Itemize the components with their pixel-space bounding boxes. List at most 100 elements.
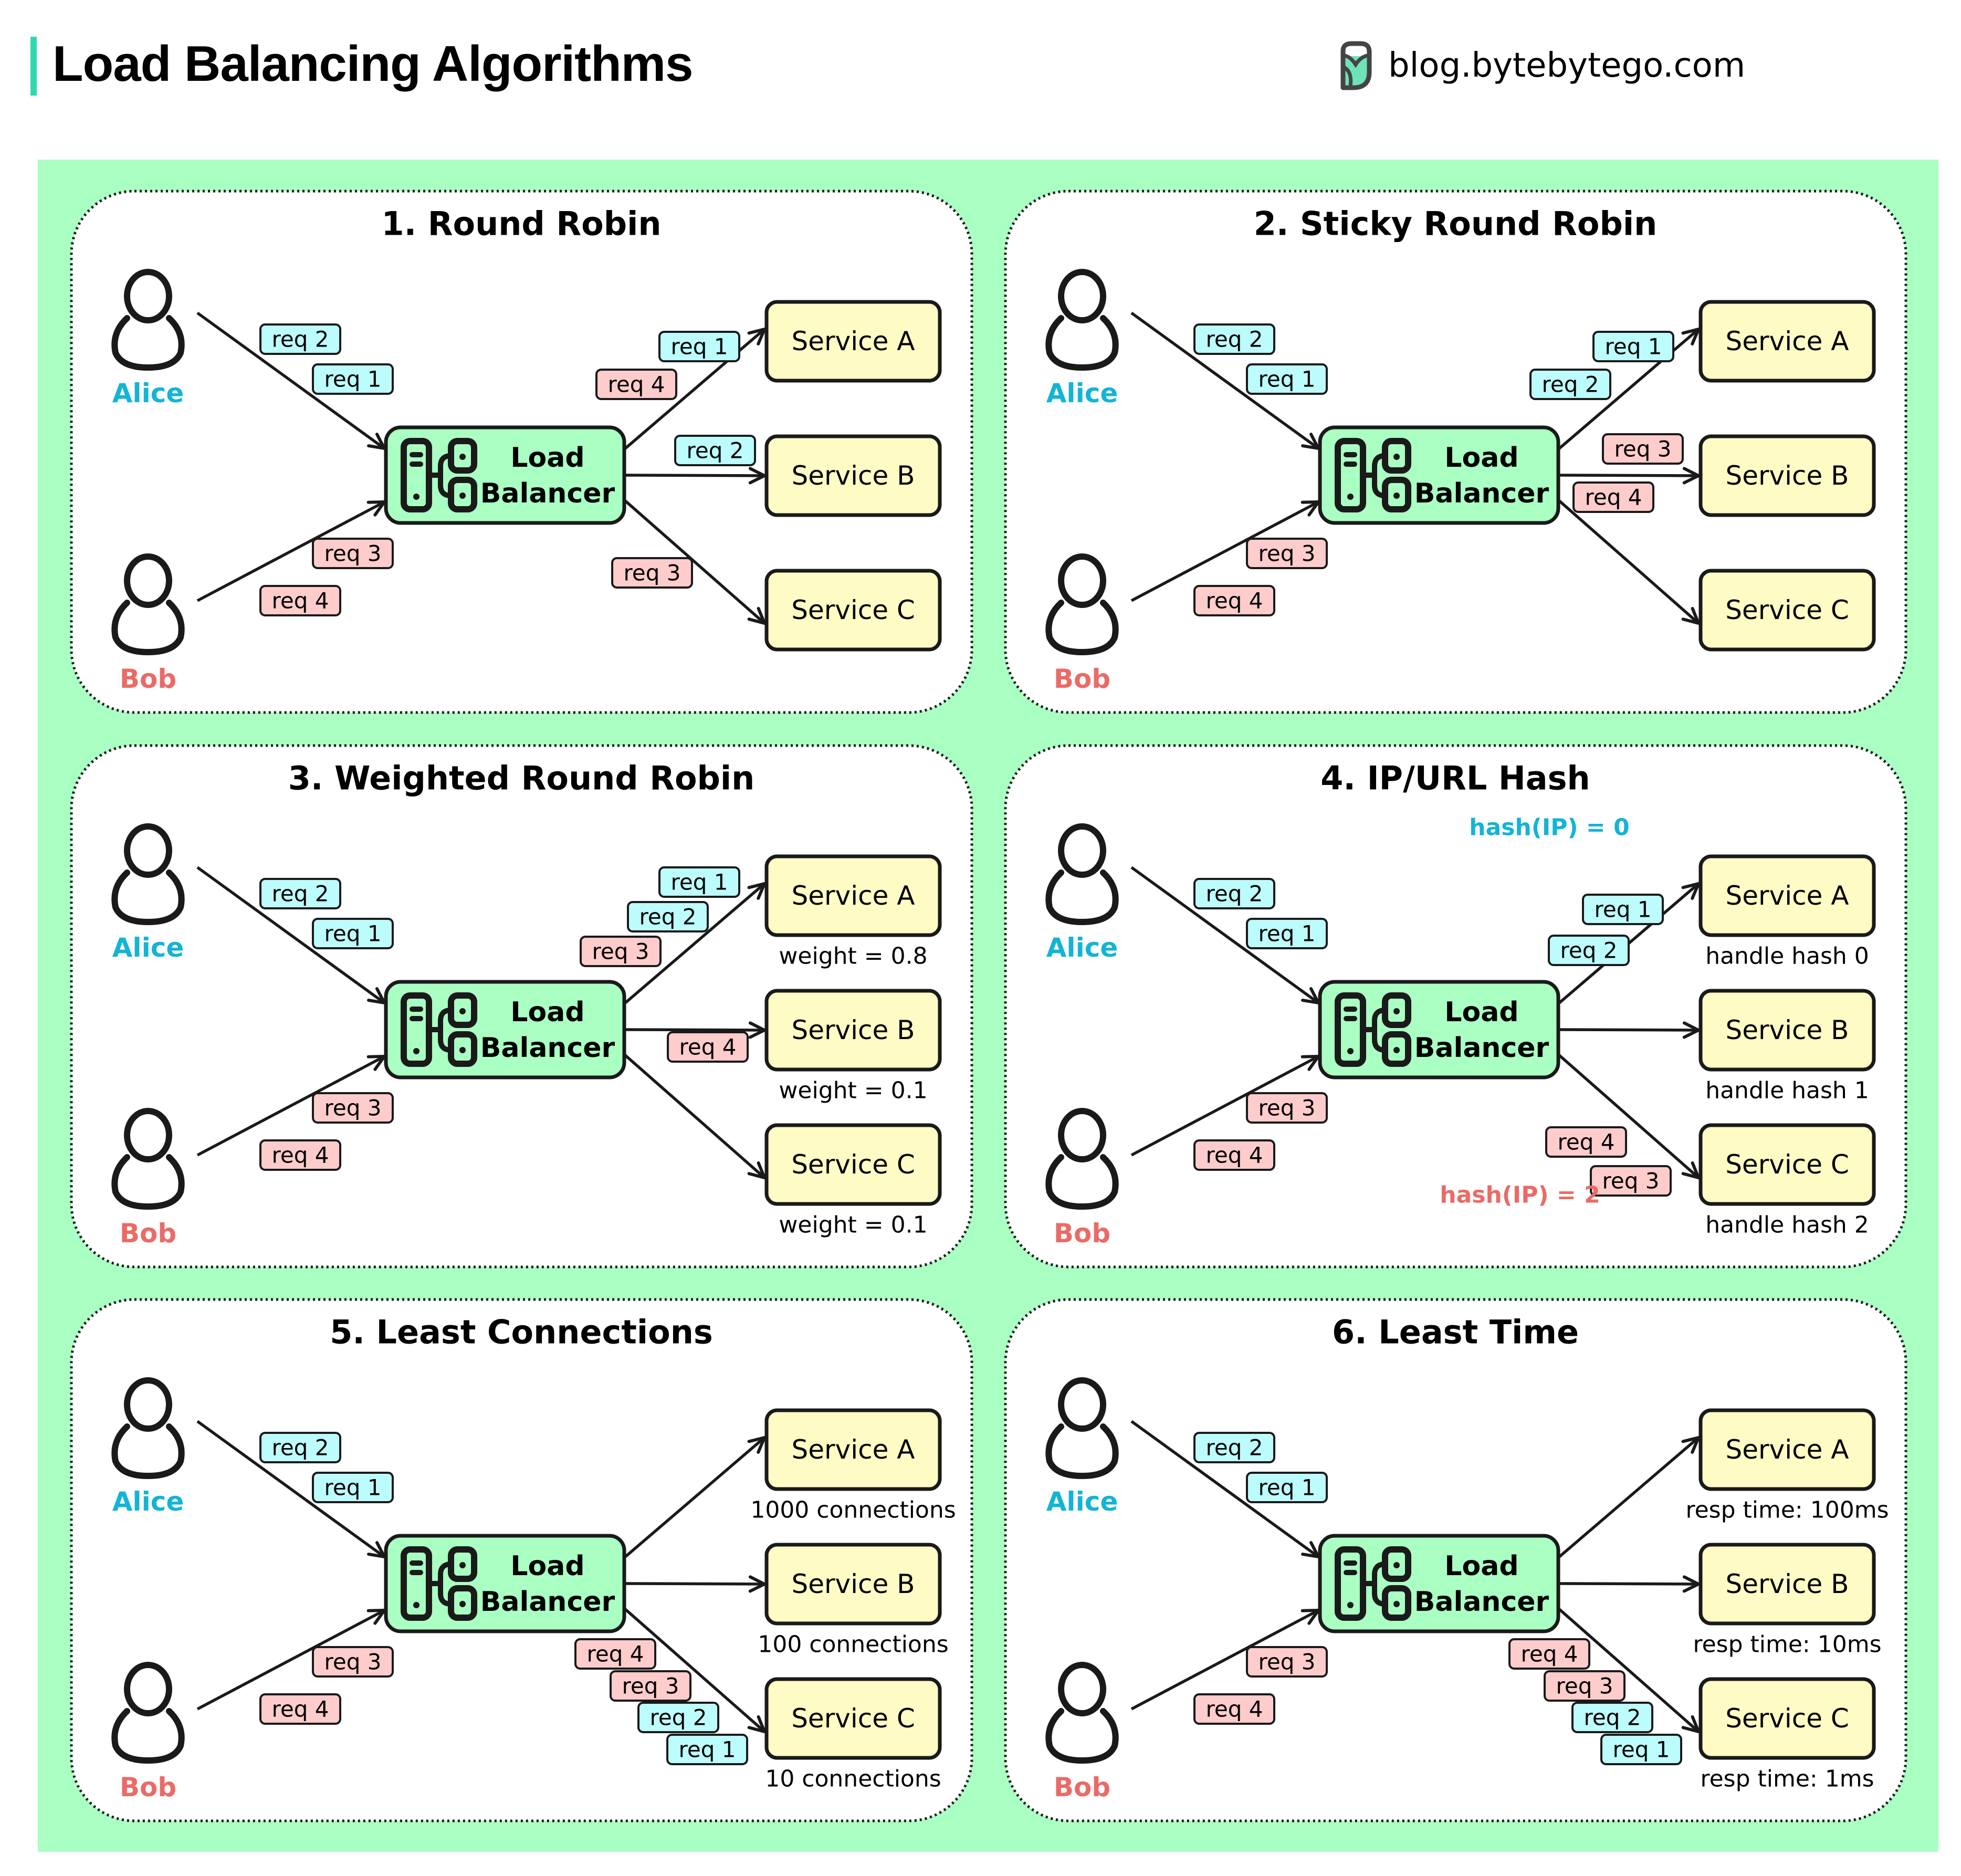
alice-label: Alice [112, 1486, 184, 1517]
request-tag-label: req 3 [1614, 436, 1672, 462]
request-tag: req 2 [1571, 1702, 1653, 1733]
request-tag: req 3 [1246, 1092, 1328, 1124]
panel-title: 2. Sticky Round Robin [1254, 205, 1658, 243]
service-a-note: handle hash 0 [1705, 943, 1869, 970]
request-tag: req 1 [312, 918, 394, 949]
request-tag: req 3 [312, 1092, 394, 1124]
service-c-label: Service C [1725, 1149, 1849, 1180]
request-tag: req 1 [658, 866, 740, 898]
load-balancer-label-line2: Balancer [1414, 478, 1549, 509]
service-b: Service B [764, 434, 942, 517]
request-tag-label: req 3 [624, 560, 681, 586]
request-tag: req 1 [312, 363, 394, 395]
service-c-label: Service C [1725, 1703, 1849, 1734]
request-tag: req 3 [1246, 1646, 1328, 1678]
service-c: Service C [1698, 1123, 1876, 1206]
request-tag-label: req 4 [1206, 588, 1263, 614]
service-b-label: Service B [792, 1015, 915, 1045]
hash-label-bob: hash(IP) = 2 [1440, 1182, 1600, 1209]
load-balancer: Load Balancer [1318, 1534, 1560, 1633]
request-tag: req 2 [1193, 1432, 1275, 1463]
load-balancer-label-line2: Balancer [1414, 1586, 1549, 1618]
request-tag-label: req 2 [1560, 938, 1618, 963]
service-c: Service C [764, 1123, 942, 1206]
service-b-label: Service B [792, 1569, 915, 1599]
request-tag-label: req 2 [650, 1705, 707, 1731]
request-tag: req 4 [574, 1638, 656, 1670]
request-tag: req 3 [1544, 1670, 1626, 1702]
bob-label: Bob [120, 1772, 176, 1802]
request-tag: req 1 [1592, 331, 1674, 362]
request-tag: req 4 [1193, 1693, 1275, 1725]
request-tag-label: req 1 [1595, 897, 1652, 923]
request-tag: req 2 [637, 1702, 719, 1733]
bob-label: Bob [120, 1218, 176, 1249]
request-tag: req 1 [1246, 1472, 1328, 1503]
load-balancer: Load Balancer [1318, 425, 1560, 525]
load-balancer-label-line1: Load [510, 1550, 584, 1582]
diagram-canvas: 1. Round Robin Alice Bob req 2 req 1 req 3 req… [38, 160, 1938, 1852]
request-tag: req 3 [1246, 538, 1328, 569]
request-tag-label: req 1 [671, 869, 728, 895]
service-a: Service A [1698, 1408, 1876, 1491]
bob-label: Bob [1054, 1218, 1110, 1249]
request-tag-label: req 3 [324, 1649, 382, 1675]
service-c-note: resp time: 1ms [1700, 1766, 1874, 1793]
service-c-note: handle hash 2 [1705, 1212, 1869, 1239]
request-tag: req 1 [1246, 363, 1328, 395]
request-tag: req 1 [1600, 1734, 1682, 1765]
request-tag: req 3 [611, 557, 693, 589]
request-tag-label: req 1 [671, 334, 728, 360]
request-tag-label: req 2 [272, 327, 329, 352]
request-tag: req 1 [1582, 894, 1664, 925]
service-c: Service C [1698, 1677, 1876, 1760]
request-tag-label: req 4 [1206, 1143, 1263, 1168]
request-tag: req 2 [259, 323, 341, 355]
load-balancer: Load Balancer [384, 1534, 626, 1633]
request-tag-label: req 4 [272, 588, 329, 614]
alice-label: Alice [1046, 932, 1118, 963]
service-b-note: weight = 0.1 [779, 1077, 927, 1104]
service-a-label: Service A [792, 326, 915, 357]
request-tag-label: req 4 [1521, 1641, 1578, 1667]
request-tag-label: req 3 [324, 1095, 382, 1121]
service-a-note: weight = 0.8 [779, 943, 927, 970]
request-tag-label: req 1 [1259, 366, 1316, 392]
service-b-note: 100 connections [758, 1631, 948, 1658]
service-a: Service A [1698, 854, 1876, 937]
load-balancer: Load Balancer [384, 425, 626, 525]
service-a: Service A [1698, 300, 1876, 383]
service-c: Service C [764, 569, 942, 652]
service-a-label: Service A [1726, 881, 1849, 911]
load-balancer-label-line1: Load [1444, 997, 1518, 1028]
request-tag-label: req 4 [1585, 485, 1642, 510]
service-a: Service A [764, 854, 942, 937]
request-tag-label: req 4 [1206, 1696, 1263, 1722]
request-tag-label: req 2 [272, 881, 329, 907]
service-c: Service C [1698, 569, 1876, 652]
service-c-label: Service C [791, 1703, 915, 1734]
request-tag: req 4 [1193, 585, 1275, 616]
service-b-label: Service B [1726, 460, 1849, 491]
request-tag-label: req 3 [1259, 541, 1316, 567]
request-tag: req 4 [667, 1031, 749, 1063]
request-tag: req 1 [658, 331, 740, 362]
service-b: Service B [1698, 434, 1876, 517]
load-balancer-label-line1: Load [510, 997, 584, 1028]
alice-label: Alice [1046, 1486, 1118, 1517]
request-tag: req 2 [1193, 323, 1275, 355]
panel-title: 4. IP/URL Hash [1320, 759, 1590, 798]
request-tag: req 4 [259, 1693, 341, 1725]
bob-label: Bob [1054, 664, 1110, 694]
request-tag: req 1 [1246, 918, 1328, 949]
load-balancer-label-line2: Balancer [1414, 1032, 1549, 1064]
request-tag-label: req 2 [272, 1435, 329, 1461]
page-title: Load Balancing Algorithms [53, 36, 694, 92]
request-tag-label: req 3 [1556, 1673, 1613, 1699]
request-tag-label: req 1 [1259, 921, 1316, 947]
brand[interactable]: blog.bytebytego.com [1338, 37, 1745, 95]
service-b-label: Service B [792, 460, 915, 491]
load-balancer-label-line2: Balancer [480, 478, 615, 509]
load-balancer-label-line1: Load [510, 442, 584, 474]
bob-label: Bob [120, 664, 176, 694]
